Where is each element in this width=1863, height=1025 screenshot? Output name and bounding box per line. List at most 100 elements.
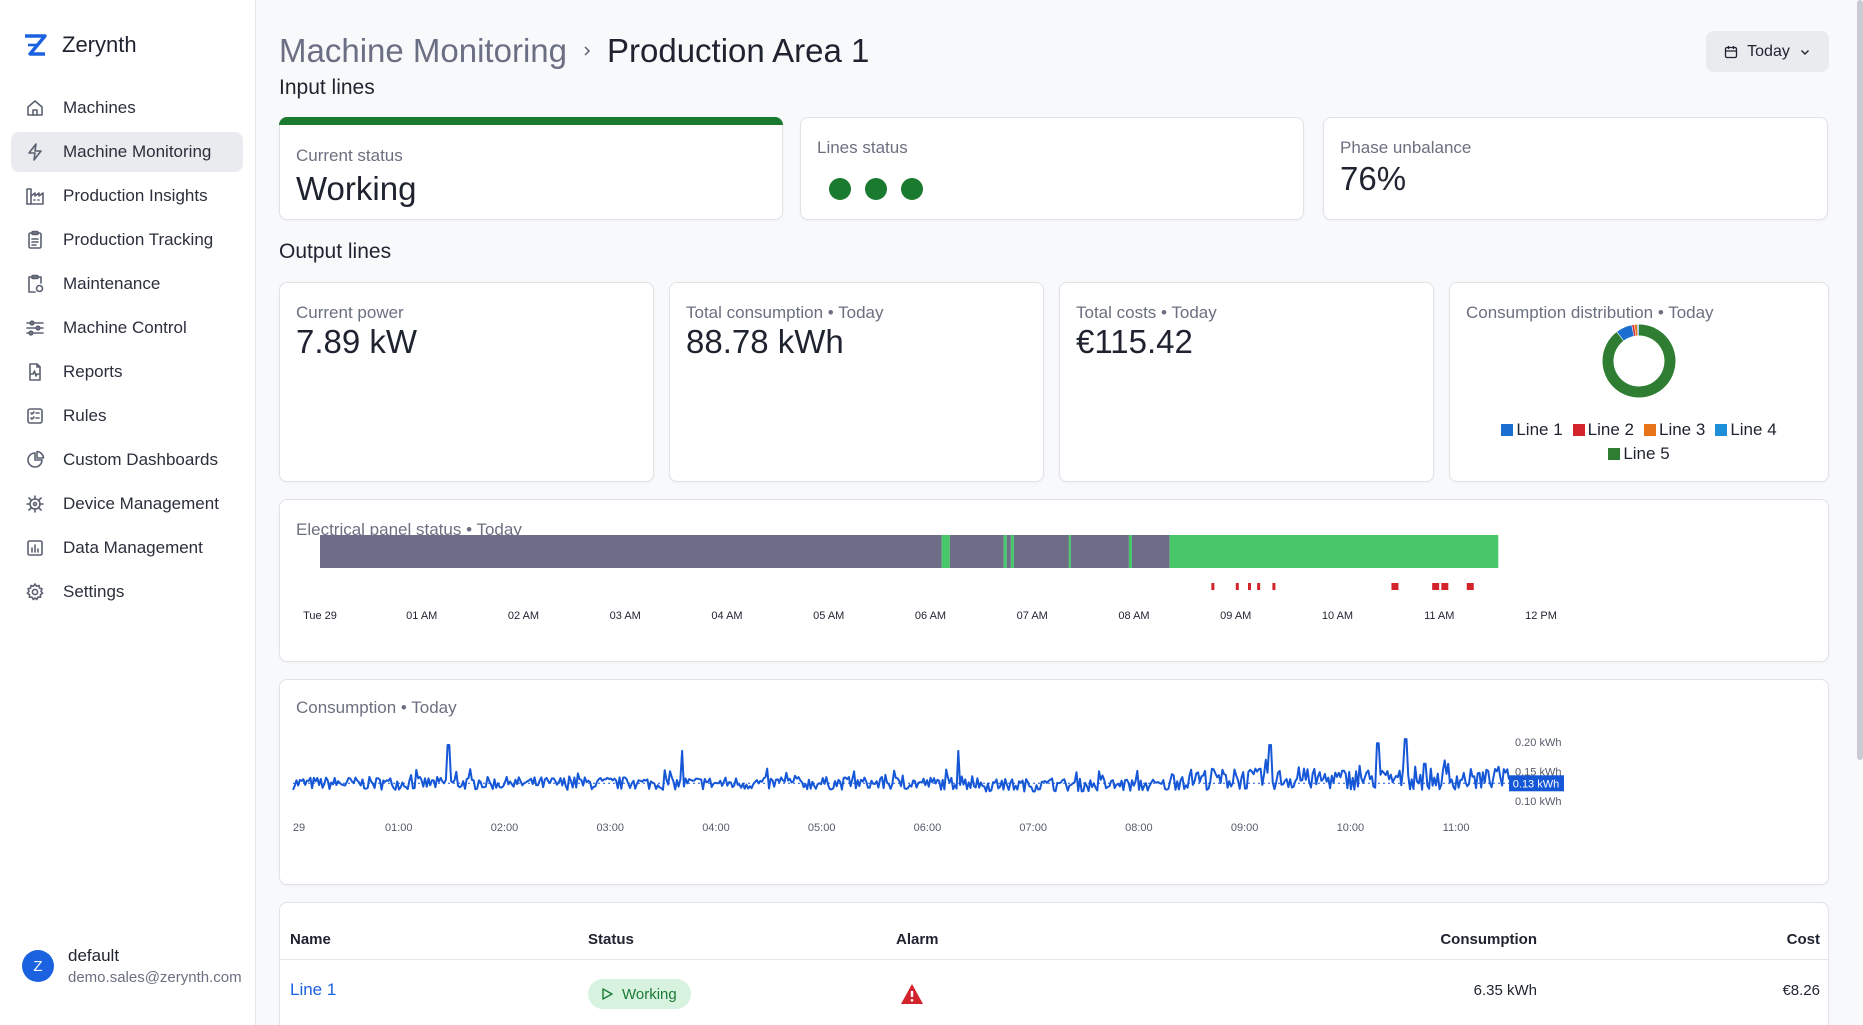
alarm-marker[interactable]: [1441, 583, 1449, 590]
column-header-name[interactable]: Name: [290, 931, 331, 948]
current-status-card: Current status Working: [279, 117, 783, 220]
electrical-panel-status-card: Electrical panel status • Today Tue 29 01…: [279, 499, 1829, 662]
sidebar-item-label: Device Management: [63, 494, 219, 513]
alarm-marker[interactable]: [1257, 583, 1261, 590]
sidebar-item-custom-dashboards[interactable]: Custom Dashboards: [11, 440, 243, 480]
user-menu[interactable]: Z default demo.sales@zerynth.com: [22, 946, 242, 986]
x-tick-label: 09 AM: [1220, 610, 1251, 622]
x-tick-label: 10 AM: [1322, 610, 1353, 622]
sidebar-item-label: Custom Dashboards: [63, 450, 218, 469]
consumption-distribution-card: Consumption distribution • Today Line 1 …: [1449, 282, 1829, 482]
panel-status-segment[interactable]: [1070, 535, 1129, 568]
panel-status-segment[interactable]: [1010, 535, 1014, 568]
line-name-link[interactable]: Line 1: [290, 980, 336, 1000]
panel-status-segment[interactable]: [1013, 535, 1069, 568]
current-power-value: 7.89 kW: [296, 323, 418, 360]
y-tick-label: 0.15 kWh: [1515, 767, 1561, 779]
panel-status-segment[interactable]: [1131, 535, 1170, 568]
page-scrollbar[interactable]: [1857, 0, 1863, 760]
breadcrumb-parent-link[interactable]: Machine Monitoring: [279, 32, 567, 70]
current-status-label: Current status: [296, 146, 403, 165]
calendar-icon: [1724, 45, 1738, 58]
file-pulse-icon: [25, 362, 45, 382]
gear-icon: [25, 582, 45, 602]
sidebar-item-label: Data Management: [63, 538, 203, 557]
x-tick-label: 08:00: [1125, 822, 1153, 834]
x-tick-label: 01:00: [385, 822, 413, 834]
panel-status-segment[interactable]: [320, 535, 942, 568]
alarm-marker[interactable]: [1235, 583, 1239, 590]
legend-label: Line 5: [1623, 444, 1670, 463]
legend-item[interactable]: Line 3: [1644, 420, 1705, 440]
legend-item[interactable]: Line 1: [1501, 420, 1563, 440]
total-consumption-label: Total consumption • Today: [686, 303, 884, 322]
sidebar-item-label: Reports: [63, 362, 123, 381]
phase-unbalance-value: 76%: [1340, 160, 1407, 197]
sidebar-item-machine-control[interactable]: Machine Control: [11, 308, 243, 348]
main-content: Machine Monitoring Production Area 1 Tod…: [256, 0, 1863, 1025]
cost-cell: €8.26: [1782, 982, 1820, 999]
sidebar-item-production-insights[interactable]: Production Insights: [11, 176, 243, 216]
total-costs-label: Total costs • Today: [1076, 303, 1217, 322]
line-status-dot: [865, 178, 887, 200]
date-filter-dropdown[interactable]: Today: [1706, 31, 1829, 72]
panel-status-segment[interactable]: [1003, 535, 1007, 568]
sidebar-item-maintenance[interactable]: Maintenance: [11, 264, 243, 304]
column-header-status[interactable]: Status: [588, 931, 634, 948]
x-tick-label: 04:00: [702, 822, 730, 834]
panel-status-segment[interactable]: [941, 535, 950, 568]
x-tick-label: 03 AM: [610, 610, 641, 622]
consumption-distribution-label: Consumption distribution • Today: [1466, 303, 1714, 322]
donut-slice[interactable]: [1617, 325, 1634, 341]
legend-label: Line 3: [1659, 420, 1706, 439]
avatar: Z: [22, 950, 54, 982]
sidebar-item-settings[interactable]: Settings: [11, 572, 243, 612]
legend-item[interactable]: Line 4: [1715, 420, 1777, 440]
alarm-marker[interactable]: [1272, 583, 1276, 590]
x-tick-label: 05 AM: [813, 610, 844, 622]
current-power-label: Current power: [296, 303, 404, 322]
panel-status-segment[interactable]: [1128, 535, 1132, 568]
sidebar-item-machines[interactable]: Machines: [11, 88, 243, 128]
donut-legend-row-1: Line 1 Line 2 Line 3 Line 4: [1450, 420, 1828, 440]
header-divider: [280, 959, 1828, 960]
alarm-marker[interactable]: [1247, 583, 1251, 590]
sidebar-item-label: Production Tracking: [63, 230, 214, 249]
sidebar-item-rules[interactable]: Rules: [11, 396, 243, 436]
alarm-marker[interactable]: [1391, 583, 1399, 590]
sidebar-item-data-management[interactable]: Data Management: [11, 528, 243, 568]
consumption-series-line[interactable]: [292, 738, 1510, 793]
column-header-consumption[interactable]: Consumption: [1437, 931, 1537, 948]
bar-chart-icon: [25, 538, 45, 558]
x-tick-label: 12 PM: [1525, 610, 1557, 622]
column-header-cost[interactable]: Cost: [1720, 931, 1820, 948]
panel-status-segment[interactable]: [949, 535, 1004, 568]
clipboard-list-icon: [25, 230, 45, 250]
total-costs-card: Total costs • Today €115.42: [1059, 282, 1434, 482]
consumption-chart-card: Consumption • Today 0.13 kWh 0.20 kWh 0.15…: [279, 679, 1829, 885]
column-header-alarm[interactable]: Alarm: [896, 931, 939, 948]
panel-status-segment[interactable]: [1068, 535, 1071, 568]
warning-icon[interactable]: [900, 983, 924, 1005]
donut-slice[interactable]: [1602, 324, 1676, 398]
alarm-marker[interactable]: [1466, 583, 1474, 590]
x-tick-label: 08 AM: [1118, 610, 1149, 622]
alarm-marker[interactable]: [1211, 583, 1215, 590]
sidebar: Zerynth Machines Machine Monitoring Prod…: [0, 0, 256, 1025]
x-tick-label: 03:00: [596, 822, 624, 834]
legend-swatch: [1608, 448, 1621, 460]
sidebar-item-production-tracking[interactable]: Production Tracking: [11, 220, 243, 260]
chevron-right-icon: [584, 46, 591, 56]
legend-item[interactable]: Line 5: [1608, 444, 1670, 464]
sidebar-item-device-management[interactable]: Device Management: [11, 484, 243, 524]
lines-table: Name Status Alarm Consumption Cost Line …: [279, 902, 1829, 1025]
brand[interactable]: Zerynth: [22, 32, 137, 58]
x-tick-label: Tue 29: [303, 610, 337, 622]
status-badge-label: Working: [622, 985, 677, 1003]
sidebar-item-machine-monitoring[interactable]: Machine Monitoring: [11, 132, 243, 172]
panel-status-segment[interactable]: [1006, 535, 1011, 568]
sidebar-item-reports[interactable]: Reports: [11, 352, 243, 392]
legend-item[interactable]: Line 2: [1572, 420, 1634, 440]
alarm-marker[interactable]: [1432, 583, 1440, 590]
panel-status-segment[interactable]: [1169, 535, 1499, 568]
